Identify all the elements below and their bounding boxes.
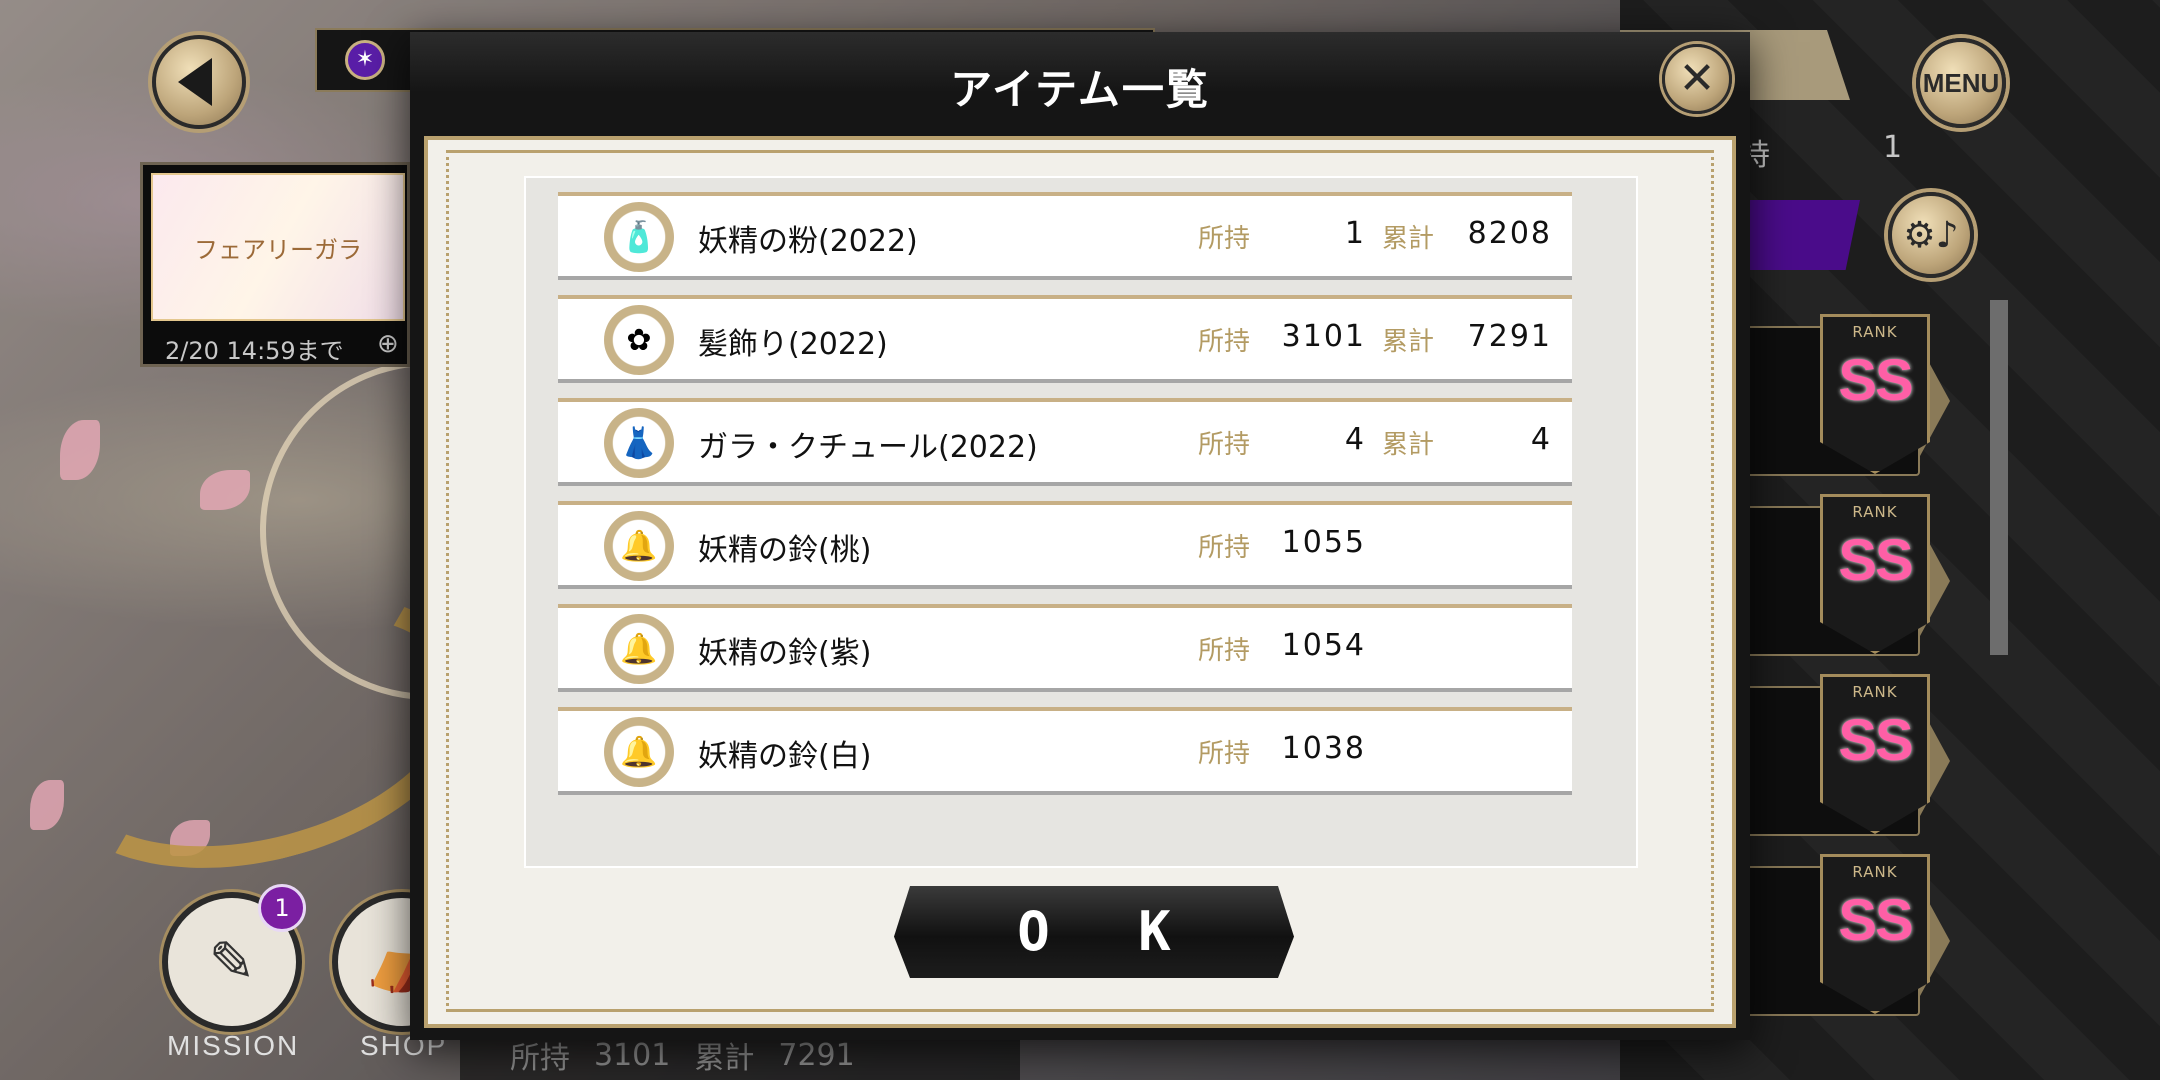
item-name: 妖精の鈴(桃) [698,533,872,568]
rank-label: RANK [1852,863,1898,881]
ok-button[interactable]: O K [894,886,1294,978]
hold-label: 所持 [1198,327,1251,357]
total-label: 累計 [1382,430,1435,460]
list-item: 🔔 妖精の鈴(桃) 所持 1055 [558,501,1572,589]
close-icon: ✕ [1678,53,1716,104]
list-item: 🧴 妖精の粉(2022) 所持 1 累計 8208 [558,192,1572,280]
bottom-total-value: 7291 [778,1037,855,1073]
white-bell-icon: 🔔 [604,717,674,787]
hold-label: 所持 [1198,224,1251,254]
mission-label: MISSION [167,1030,300,1061]
event-deadline: 2/20 14:59まで [165,337,344,365]
gear-music-icon: ⚙♪ [1903,214,1959,256]
rank-badge: RANK SS [1820,854,1930,1014]
hold-label: 所持 [1198,533,1251,563]
item-name: 妖精の鈴(紫) [698,636,872,671]
rank-badge: RANK SS [1820,494,1930,654]
perfume-bottle-icon: 🧴 [604,202,674,272]
modal-body: 🧴 妖精の粉(2022) 所持 1 累計 8208 ✿ 髪飾り(2022) 所持… [424,136,1736,1028]
hold-value: 3101 [1281,319,1366,354]
close-button[interactable]: ✕ [1662,44,1732,114]
list-item: 👗 ガラ・クチュール(2022) 所持 4 累計 4 [558,398,1572,486]
list-item: 🔔 妖精の鈴(紫) 所持 1054 [558,604,1572,692]
rank-badge: RANK SS [1820,674,1930,834]
event-thumbnail[interactable]: フェアリーガラ 2/20 14:59まで ⊕ [140,162,410,367]
modal-title: アイテム一覧 [950,65,1210,114]
item-name: ガラ・クチュール(2022) [698,430,1038,465]
event-banner-art: フェアリーガラ [151,173,405,321]
item-list-modal: アイテム一覧 ✕ 🧴 妖精の粉(2022) 所持 1 累計 8208 ✿ 髪飾り… [410,32,1750,1040]
rank-value: SS [1838,528,1913,593]
rank-value: SS [1838,888,1913,953]
total-label: 累計 [1382,327,1435,357]
total-value: 8208 [1467,216,1552,251]
total-label: 累計 [1382,224,1435,254]
event-banner-title: フェアリーガラ [194,235,362,264]
total-value: 4 [1530,422,1552,457]
rank-value: SS [1838,708,1913,773]
hold-value: 1038 [1281,731,1366,766]
hold-label: 所持 [1198,430,1251,460]
rank-badge: RANK SS [1820,314,1930,474]
purple-tab[interactable] [1740,200,1860,270]
back-button[interactable] [152,35,246,129]
scrollbar[interactable] [1990,300,2008,655]
rank-value: SS [1838,348,1913,413]
bottom-hold-value: 3101 [594,1037,671,1073]
purple-bell-icon: 🔔 [604,614,674,684]
sound-settings-button[interactable]: ⚙♪ [1888,192,1974,278]
list-item: ✿ 髪飾り(2022) 所持 3101 累計 7291 [558,295,1572,383]
item-name: 妖精の粉(2022) [698,224,918,259]
list-item: 🔔 妖精の鈴(白) 所持 1038 [558,707,1572,795]
hold-value: 1054 [1281,628,1366,663]
outfit-icon: 👗 [604,408,674,478]
item-name: 妖精の鈴(白) [698,739,872,774]
mission-notification-badge: 1 [258,884,306,932]
total-value: 7291 [1467,319,1552,354]
item-list[interactable]: 🧴 妖精の粉(2022) 所持 1 累計 8208 ✿ 髪飾り(2022) 所持… [524,176,1638,868]
menu-button[interactable]: MENU [1916,38,2006,128]
hold-value: 1 [1344,216,1366,251]
hold-value: 4 [1344,422,1366,457]
pink-bell-icon: 🔔 [604,511,674,581]
back-arrow-icon [178,58,212,106]
zoom-icon[interactable]: ⊕ [377,329,399,359]
rank-label: RANK [1852,323,1898,341]
item-name: 髪飾り(2022) [698,327,888,362]
rank-label: RANK [1852,503,1898,521]
flower-hair-ornament-icon: ✿ [604,305,674,375]
hold-label: 所持 [1198,739,1251,769]
background-hold-value: 1 [1883,130,1903,165]
hold-label: 所持 [1198,636,1251,666]
hold-value: 1055 [1281,525,1366,560]
scroll-quill-icon: ✎ [208,929,256,995]
rank-label: RANK [1852,683,1898,701]
gem-icon: ✶ [345,40,385,80]
